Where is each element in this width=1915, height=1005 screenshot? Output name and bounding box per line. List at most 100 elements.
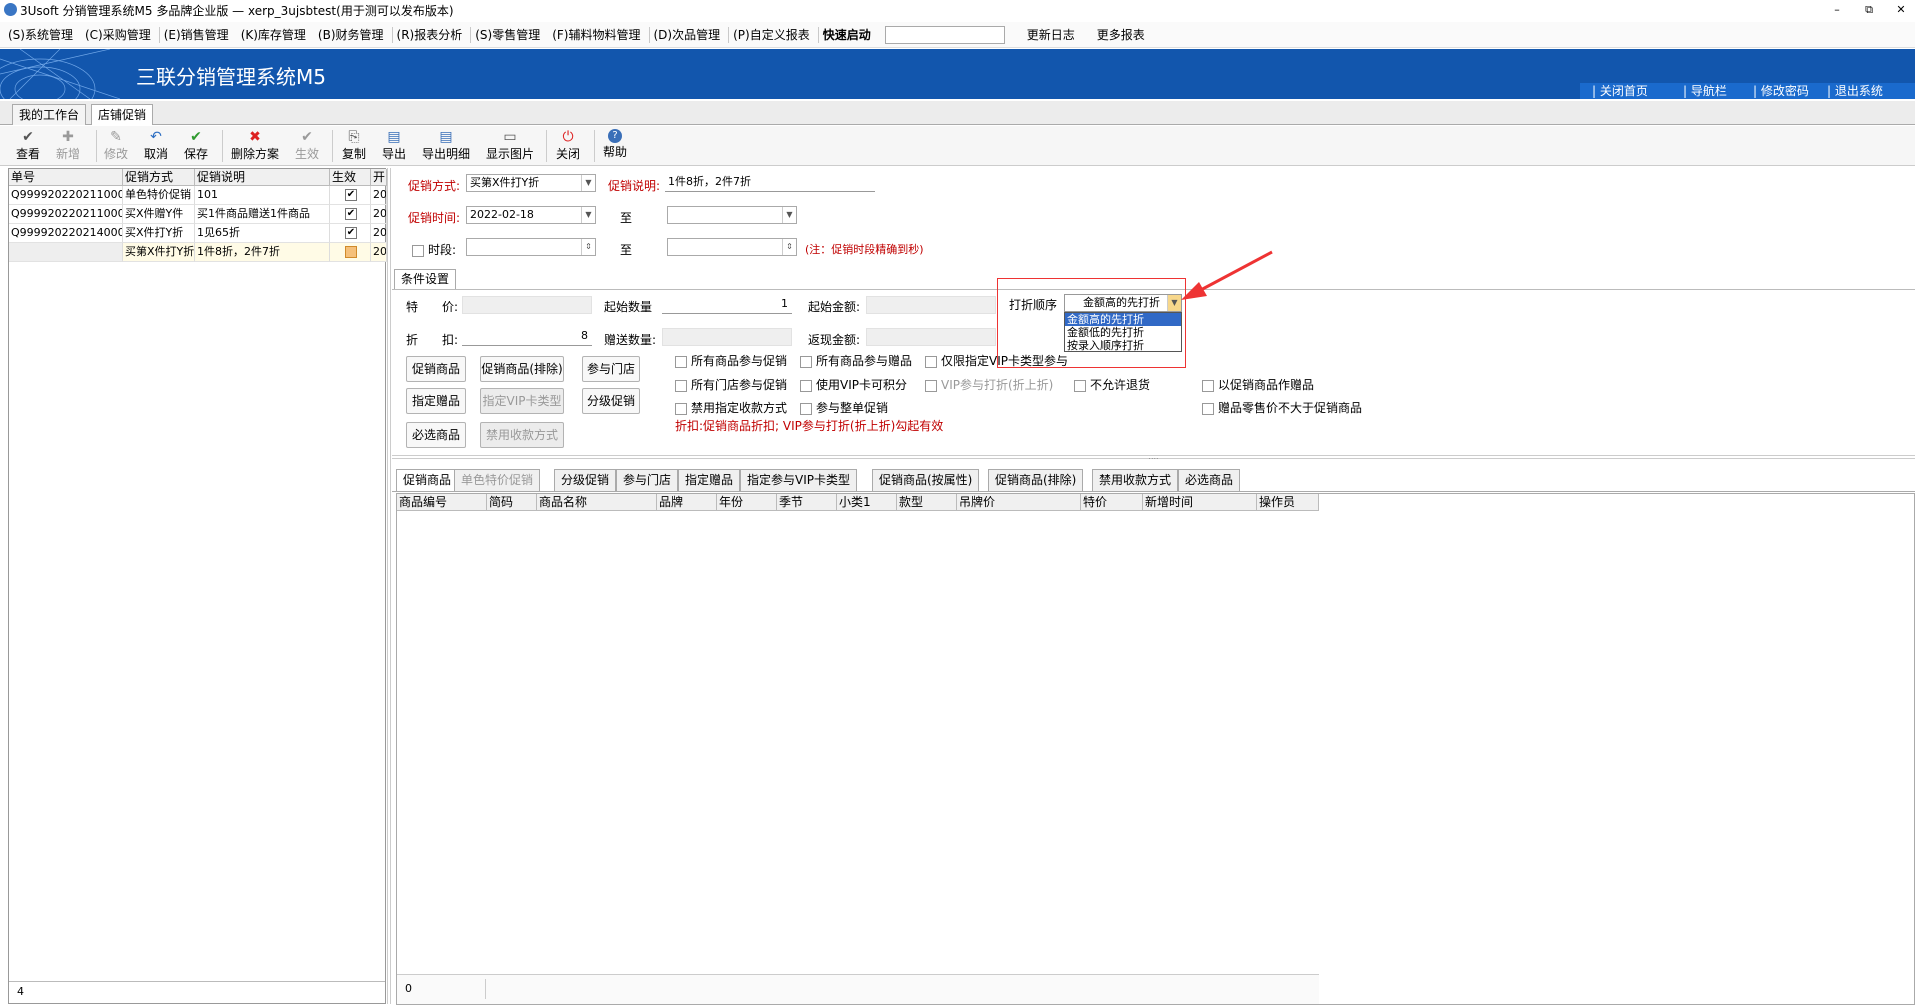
dropdown-option[interactable]: 金额低的先打折 [1065,326,1181,339]
active-checkbox[interactable]: ✔ [345,227,357,239]
delete-plan-button[interactable]: ✖ 删除方案 [231,129,279,162]
date-to-input[interactable]: ▼ [667,206,797,224]
dropdown-option-selected[interactable]: 金额高的先打折 [1065,313,1181,326]
tab-gift-products[interactable]: 指定赠品 [678,469,741,491]
close-home-link[interactable]: | 关闭首页 [1592,83,1648,99]
start-amount-input[interactable] [866,296,996,314]
col-header-operator[interactable]: 操作员 [1257,494,1319,511]
promo-products-exclude-button[interactable]: 促销商品(排除) [480,356,564,382]
close-button[interactable]: ✕ [1889,2,1913,18]
add-button[interactable]: ✚ 新增 [56,129,80,162]
discount-order-select[interactable]: 金额高的先打折 ▼ [1064,294,1182,312]
export-button[interactable]: ▤ 导出 [382,129,406,162]
checkbox-box[interactable] [925,355,937,368]
menu-materials[interactable]: (F)辅料物料管理 [548,26,648,43]
minimize-button[interactable]: – [1825,2,1849,18]
checkbox-box[interactable] [1202,402,1214,415]
checkbox-box[interactable] [1074,379,1086,392]
col-header-special-price[interactable]: 特价 [1081,494,1143,511]
menu-more-reports[interactable]: 更多报表 [1093,26,1153,43]
col-header-category[interactable]: 小类1 [837,494,897,511]
menu-inventory[interactable]: (K)库存管理 [237,26,314,43]
tab-promo-exclude[interactable]: 促销商品(排除) [988,469,1084,491]
checkbox-box[interactable] [800,355,812,368]
tab-tiered-promo[interactable]: 分级促销 [554,469,617,491]
price-input[interactable] [462,296,592,314]
date-from-input[interactable]: 2022-02-18 ▼ [466,206,596,224]
desc-input[interactable]: 1件8折，2件7折 [665,174,875,192]
spin-icon[interactable]: ⇕ [581,239,595,255]
tab-store-promotion[interactable]: 店铺促销 [91,104,154,125]
show-picture-button[interactable]: ▭ 显示图片 [486,129,534,162]
menu-retail[interactable]: (S)零售管理 [471,26,548,43]
promo-products-button[interactable]: 促销商品 [406,356,466,382]
nav-bar-link[interactable]: | 导航栏 [1683,83,1727,99]
all-products-gift-checkbox[interactable]: 所有商品参与赠品 [800,352,912,369]
checkbox-box[interactable] [675,355,687,368]
active-checkbox[interactable] [345,246,357,258]
help-button[interactable]: ? 帮助 [603,129,627,160]
col-header-style[interactable]: 款型 [897,494,957,511]
chevron-down-icon[interactable]: ▼ [782,207,796,223]
menu-custom-reports[interactable]: (P)自定义报表 [729,26,818,43]
gift-products-button[interactable]: 指定赠品 [406,388,466,414]
menu-finance[interactable]: (B)财务管理 [314,26,392,43]
no-returns-checkbox[interactable]: 不允许退货 [1074,376,1150,393]
save-button[interactable]: ✔ 保存 [184,129,208,162]
tiered-promo-button[interactable]: 分级促销 [582,388,640,414]
menu-purchase[interactable]: (C)采购管理 [81,26,159,43]
maximize-button[interactable]: ⧉ [1857,2,1881,18]
checkbox-box[interactable] [1202,379,1214,392]
active-checkbox[interactable]: ✔ [345,208,357,220]
col-header-start[interactable]: 开 [371,169,387,186]
copy-button[interactable]: ⎘ 复制 [342,129,366,162]
chevron-down-icon[interactable]: ▼ [581,207,595,223]
col-header-order-no[interactable]: 单号 [9,169,123,186]
exit-system-link[interactable]: | 退出系统 [1827,83,1883,99]
cancel-button[interactable]: ↶ 取消 [144,129,168,162]
menu-system[interactable]: (S)系统管理 [4,26,81,43]
menu-sales[interactable]: (E)销售管理 [160,26,237,43]
col-header-active[interactable]: 生效 [330,169,371,186]
apply-button[interactable]: ✔ 生效 [295,129,319,162]
tab-disabled-payment[interactable]: 禁用收款方式 [1092,469,1179,491]
col-header-method[interactable]: 促销方式 [123,169,195,186]
vip-card-type-button[interactable]: 指定VIP卡类型 [480,388,564,414]
col-header-tag-price[interactable]: 吊牌价 [957,494,1081,511]
tab-promo-products[interactable]: 促销商品 [396,469,459,491]
tab-promo-by-attribute[interactable]: 促销商品(按属性) [872,469,980,491]
menu-defects[interactable]: (D)次品管理 [650,26,729,43]
col-header-product-code[interactable]: 商品编号 [397,494,487,511]
tab-conditions[interactable]: 条件设置 [394,269,457,289]
tab-vip-card-types[interactable]: 指定参与VIP卡类型 [740,469,857,491]
tab-participating-stores[interactable]: 参与门店 [616,469,679,491]
col-header-brand[interactable]: 品牌 [657,494,717,511]
required-products-button[interactable]: 必选商品 [406,422,466,448]
cash-back-input[interactable] [866,328,996,346]
method-select[interactable]: 买第X件打Y折 ▼ [466,174,596,192]
checkbox-box[interactable] [800,379,812,392]
active-checkbox[interactable]: ✔ [345,189,357,201]
close-page-button[interactable]: ⏻ 关闭 [556,129,580,162]
view-button[interactable]: ✔ 查看 [16,129,40,162]
col-header-short-code[interactable]: 简码 [487,494,537,511]
discount-input[interactable]: 8 [462,328,592,346]
period-check-box[interactable] [412,244,424,257]
checkbox-box[interactable] [925,379,937,392]
vip-type-only-checkbox[interactable]: 仅限指定VIP卡类型参与 [925,352,1068,369]
period-to-input[interactable]: ⇕ [667,238,797,256]
dropdown-option[interactable]: 按录入顺序打折 [1065,339,1181,352]
vip-points-checkbox[interactable]: 使用VIP卡可积分 [800,376,907,393]
tab-single-color-price[interactable]: 单色特价促销 [454,469,541,491]
tab-required-products[interactable]: 必选商品 [1178,469,1241,491]
period-checkbox[interactable]: 时段: [412,241,456,258]
disabled-payment-button[interactable]: 禁用收款方式 [480,422,564,448]
all-products-promo-checkbox[interactable]: 所有商品参与促销 [675,352,787,369]
col-header-desc[interactable]: 促销说明 [195,169,330,186]
gift-price-limit-checkbox[interactable]: 赠品零售价不大于促销商品 [1202,399,1362,416]
menu-reports[interactable]: (R)报表分析 [393,26,471,43]
spin-icon[interactable]: ⇕ [782,239,796,255]
period-from-input[interactable]: ⇕ [466,238,596,256]
chevron-down-icon[interactable]: ▼ [581,175,595,191]
change-password-link[interactable]: | 修改密码 [1753,83,1809,99]
